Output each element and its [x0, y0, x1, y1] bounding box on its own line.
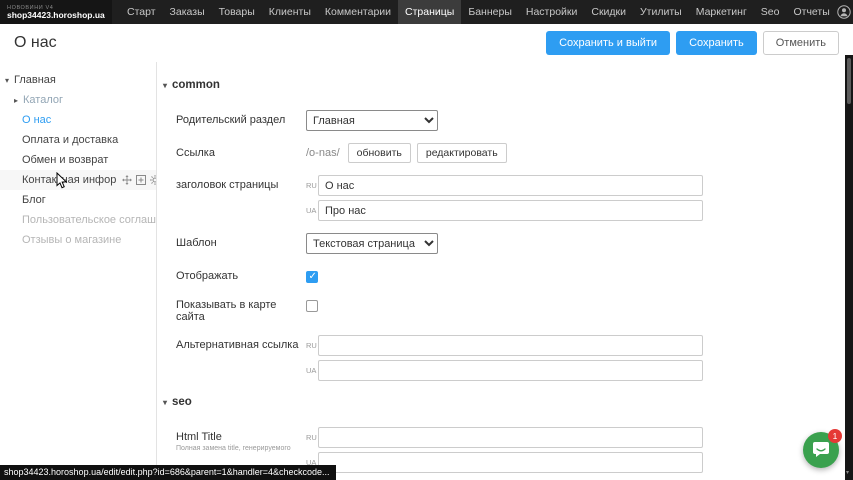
pages-tree-sidebar: ▾ Главная ▸ Каталог О нас Оплата и доста…	[0, 62, 157, 480]
section-title: seo	[172, 396, 192, 408]
html-title-ru-input[interactable]	[318, 427, 703, 448]
link-path-value: /o-nas/	[306, 147, 340, 159]
field-label: заголовок страницы	[176, 175, 306, 191]
tree-item-actions	[122, 175, 157, 185]
sidebar-item-obmen[interactable]: Обмен и возврат	[0, 150, 156, 170]
page-title: О нас	[14, 34, 57, 52]
field-alt-link: Альтернативная ссылка RU UA	[176, 335, 853, 381]
menu-item-seo[interactable]: Seo	[754, 0, 787, 24]
sidebar-item-glavnaya[interactable]: ▾ Главная	[0, 70, 156, 90]
field-label: Html Title Полная замена title, генериру…	[176, 427, 306, 453]
top-bar: НОВОВИНИ V4 shop34423.horoshop.ua Старт …	[0, 0, 853, 24]
link-update-button[interactable]: обновить	[348, 143, 411, 163]
tree-item-label: Главная	[14, 74, 56, 86]
chat-unread-badge: 1	[828, 429, 842, 443]
sidebar-item-otzyvy[interactable]: Отзывы о магазине	[0, 230, 156, 250]
lang-ua-label: UA	[306, 206, 318, 215]
sidebar-item-o-nas[interactable]: О нас	[0, 110, 156, 130]
field-template: Шаблон Текстовая страница	[176, 233, 853, 254]
field-label: Отображать	[176, 266, 306, 282]
chat-widget-button[interactable]: 1	[803, 432, 839, 468]
main-menu: Старт Заказы Товары Клиенты Комментарии …	[120, 0, 837, 24]
field-parent-section: Родительский раздел Главная	[176, 110, 853, 131]
menu-item-comments[interactable]: Комментарии	[318, 0, 398, 24]
alt-link-ua-input[interactable]	[318, 360, 703, 381]
user-profile-icon[interactable]	[837, 5, 851, 19]
menu-item-clients[interactable]: Клиенты	[262, 0, 318, 24]
menu-item-banners[interactable]: Баннеры	[461, 0, 519, 24]
menu-item-utilities[interactable]: Утилиты	[633, 0, 689, 24]
section-seo[interactable]: ▾ seo	[163, 395, 853, 409]
section-title: common	[172, 79, 220, 91]
menu-item-reports[interactable]: Отчеты	[786, 0, 836, 24]
topbar-right	[837, 0, 853, 24]
menu-item-start[interactable]: Старт	[120, 0, 163, 24]
gear-icon[interactable]	[150, 175, 157, 185]
tree-item-label: Пользовательское соглашение	[22, 214, 157, 226]
scrollbar-thumb[interactable]	[847, 58, 851, 104]
tree-item-label: Контактная инфор	[22, 174, 116, 186]
sidebar-item-blog[interactable]: Блог	[0, 190, 156, 210]
chevron-right-icon[interactable]: ▸	[14, 96, 23, 105]
page-title-ua-input[interactable]	[318, 200, 703, 221]
lang-ru-label: RU	[306, 433, 318, 442]
field-label: Шаблон	[176, 233, 306, 249]
sidebar-item-katalog[interactable]: ▸ Каталог	[0, 90, 156, 110]
sitemap-checkbox[interactable]	[306, 300, 318, 312]
field-link: Ссылка /o-nas/ обновить редактировать	[176, 143, 853, 163]
link-edit-button[interactable]: редактировать	[417, 143, 507, 163]
parent-section-select[interactable]: Главная	[306, 110, 438, 131]
tree-item-label: Обмен и возврат	[22, 154, 108, 166]
logo[interactable]: НОВОВИНИ V4 shop34423.horoshop.ua	[0, 0, 112, 24]
sidebar-item-oplata[interactable]: Оплата и доставка	[0, 130, 156, 150]
display-checkbox[interactable]	[306, 271, 318, 283]
page-header: О нас Сохранить и выйти Сохранить Отмени…	[0, 24, 853, 62]
logo-domain: shop34423.horoshop.ua	[7, 11, 105, 20]
sidebar-item-kontaktnaya[interactable]: Контактная инфор	[0, 170, 156, 190]
move-icon[interactable]	[122, 175, 132, 185]
section-common[interactable]: ▾ common	[163, 78, 853, 92]
save-and-exit-button[interactable]: Сохранить и выйти	[546, 31, 670, 55]
field-label: Показывать в карте сайта	[176, 295, 306, 323]
tree-item-label: Каталог	[23, 94, 63, 106]
save-button[interactable]: Сохранить	[676, 31, 757, 55]
chat-icon	[812, 440, 830, 461]
menu-item-settings[interactable]: Настройки	[519, 0, 585, 24]
lang-ua-label: UA	[306, 366, 318, 375]
menu-item-products[interactable]: Товары	[212, 0, 262, 24]
page-title-ru-input[interactable]	[318, 175, 703, 196]
menu-item-pages[interactable]: Страницы	[398, 0, 461, 24]
lang-ru-label: RU	[306, 341, 318, 350]
field-label: Ссылка	[176, 143, 306, 159]
alt-link-ru-input[interactable]	[318, 335, 703, 356]
chevron-down-icon: ▾	[163, 81, 167, 90]
tree-item-label: Блог	[22, 194, 46, 206]
menu-item-orders[interactable]: Заказы	[163, 0, 212, 24]
field-page-title: заголовок страницы RU UA	[176, 175, 853, 221]
field-display: Отображать	[176, 266, 853, 283]
menu-item-marketing[interactable]: Маркетинг	[689, 0, 754, 24]
add-page-icon[interactable]	[136, 175, 146, 185]
menu-item-discounts[interactable]: Скидки	[584, 0, 633, 24]
page-edit-form: ▾ common Родительский раздел Главная Ссы…	[157, 62, 853, 480]
field-sitemap: Показывать в карте сайта	[176, 295, 853, 323]
tree-item-label: Оплата и доставка	[22, 134, 118, 146]
html-title-ua-input[interactable]	[318, 452, 703, 473]
scroll-down-arrow-icon[interactable]: ▾	[846, 469, 849, 476]
cancel-button[interactable]: Отменить	[763, 31, 839, 55]
sidebar-item-polzovatelskoe[interactable]: Пользовательское соглашение	[0, 210, 156, 230]
tree-item-label: О нас	[22, 114, 51, 126]
chevron-down-icon[interactable]: ▾	[5, 76, 14, 85]
field-hint: Полная замена title, генерируемого	[176, 445, 296, 453]
field-label: Родительский раздел	[176, 110, 306, 126]
header-actions: Сохранить и выйти Сохранить Отменить	[546, 31, 839, 55]
tree-item-label: Отзывы о магазине	[22, 234, 121, 246]
vertical-scrollbar[interactable]: ▾	[845, 55, 853, 480]
chevron-down-icon: ▾	[163, 398, 167, 407]
field-label: Альтернативная ссылка	[176, 335, 306, 351]
status-url-bar: shop34423.horoshop.ua/edit/edit.php?id=6…	[0, 465, 336, 480]
template-select[interactable]: Текстовая страница	[306, 233, 438, 254]
lang-ru-label: RU	[306, 181, 318, 190]
